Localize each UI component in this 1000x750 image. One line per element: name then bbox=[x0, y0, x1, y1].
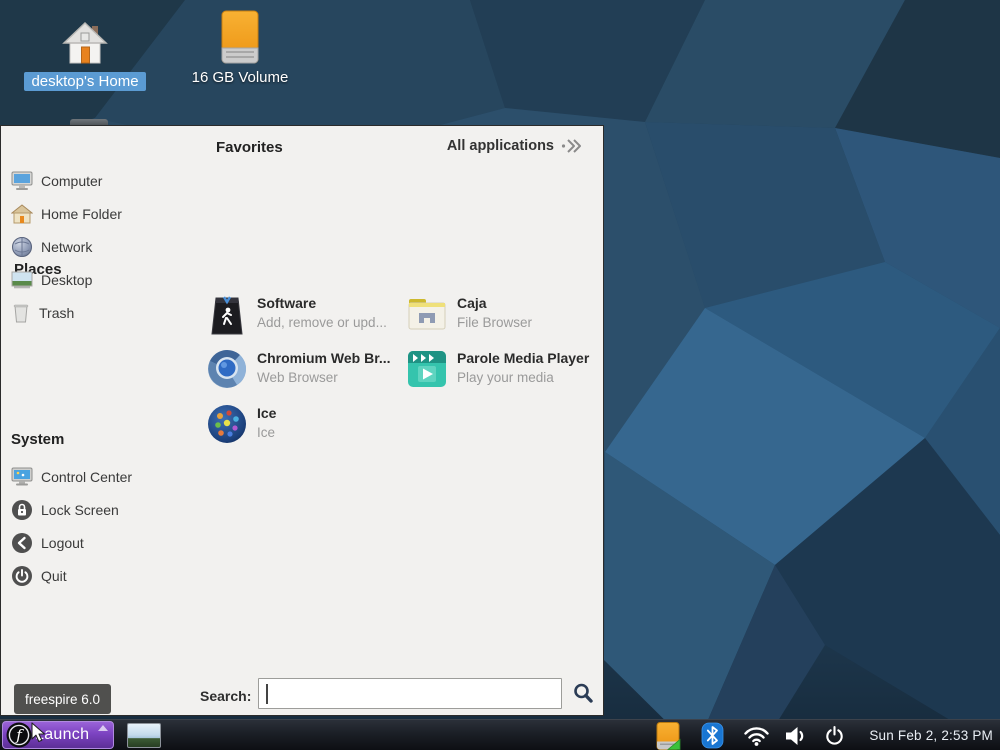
lock-icon bbox=[11, 499, 33, 521]
trash-icon bbox=[11, 303, 31, 323]
drive-icon bbox=[175, 12, 305, 64]
menu-item-lock-screen[interactable]: Lock Screen bbox=[11, 495, 119, 525]
desktop-icon-home[interactable]: desktop's Home bbox=[20, 16, 150, 91]
menu-item-quit[interactable]: Quit bbox=[11, 561, 67, 591]
tooltip-text: freespire 6.0 bbox=[25, 692, 100, 707]
favorite-parole[interactable]: Parole Media Player Play your media bbox=[407, 349, 605, 404]
show-desktop-button[interactable] bbox=[127, 723, 161, 748]
desktop-icon-label: desktop's Home bbox=[24, 72, 145, 91]
search-input[interactable] bbox=[259, 679, 561, 708]
logout-icon bbox=[11, 532, 33, 554]
search-input-wrap bbox=[258, 678, 562, 709]
favorites-header: Favorites bbox=[216, 139, 283, 156]
parole-icon bbox=[407, 349, 447, 389]
menu-item-desktop[interactable]: Desktop bbox=[11, 265, 92, 295]
removable-drive-tray-icon[interactable] bbox=[653, 720, 683, 750]
taskbar: f Launch bbox=[0, 719, 1000, 750]
ice-icon bbox=[207, 404, 247, 444]
favorite-title: Chromium Web Br... bbox=[257, 350, 391, 366]
desktop-root: desktop's Home 16 GB Volume Places bbox=[0, 0, 1000, 750]
computer-icon bbox=[11, 171, 33, 191]
favorite-subtitle: Play your media bbox=[457, 370, 589, 385]
favorite-title: Ice bbox=[257, 405, 276, 421]
favorites-grid: Software Add, remove or upd... Caja File… bbox=[207, 294, 605, 459]
freespire-logo-icon: f bbox=[6, 722, 32, 748]
taskbar-clock[interactable]: Sun Feb 2, 2:53 PM bbox=[869, 720, 993, 750]
favorite-software[interactable]: Software Add, remove or upd... bbox=[207, 294, 405, 349]
search-icon[interactable] bbox=[572, 682, 595, 705]
double-chevron-right-icon bbox=[561, 138, 583, 154]
clock-text: Sun Feb 2, 2:53 PM bbox=[869, 728, 993, 743]
launcher-tooltip: freespire 6.0 bbox=[14, 684, 111, 714]
menu-item-computer[interactable]: Computer bbox=[11, 166, 102, 196]
network-icon bbox=[11, 236, 33, 258]
application-menu: Places Computer Home Folder bbox=[0, 125, 604, 716]
menu-item-label: Home Folder bbox=[41, 206, 122, 222]
favorite-title: Software bbox=[257, 295, 387, 311]
volume-tray-icon[interactable] bbox=[783, 720, 809, 750]
chromium-icon bbox=[207, 349, 247, 389]
favorite-ice[interactable]: Ice Ice bbox=[207, 404, 405, 459]
power-icon bbox=[11, 565, 33, 587]
menu-open-indicator-icon bbox=[98, 725, 108, 731]
all-applications-label: All applications bbox=[447, 138, 554, 154]
desktop-icon-label: 16 GB Volume bbox=[185, 68, 296, 87]
menu-item-label: Network bbox=[41, 239, 92, 255]
menu-item-label: Control Center bbox=[41, 469, 132, 485]
favorite-subtitle: Web Browser bbox=[257, 370, 391, 385]
home-folder-icon bbox=[11, 204, 33, 224]
favorite-subtitle: Ice bbox=[257, 425, 276, 440]
menu-item-home-folder[interactable]: Home Folder bbox=[11, 199, 122, 229]
favorite-caja[interactable]: Caja File Browser bbox=[407, 294, 605, 349]
menu-item-label: Logout bbox=[41, 535, 84, 551]
menu-item-logout[interactable]: Logout bbox=[11, 528, 84, 558]
launch-button[interactable]: f Launch bbox=[2, 721, 114, 749]
menu-item-label: Quit bbox=[41, 568, 67, 584]
system-header: System bbox=[11, 431, 64, 448]
home-icon bbox=[20, 16, 150, 68]
favorite-chromium[interactable]: Chromium Web Br... Web Browser bbox=[207, 349, 405, 404]
menu-item-label: Trash bbox=[39, 305, 74, 321]
launch-label: Launch bbox=[35, 726, 89, 744]
text-caret bbox=[266, 684, 268, 704]
desktop-icon-volume[interactable]: 16 GB Volume bbox=[175, 12, 305, 87]
menu-item-label: Computer bbox=[41, 173, 102, 189]
menu-item-label: Desktop bbox=[41, 272, 92, 288]
search-label: Search: bbox=[200, 688, 251, 704]
control-center-icon bbox=[11, 467, 33, 487]
favorite-subtitle: File Browser bbox=[457, 315, 532, 330]
favorite-subtitle: Add, remove or upd... bbox=[257, 315, 387, 330]
favorite-title: Caja bbox=[457, 295, 532, 311]
wifi-tray-icon[interactable] bbox=[743, 720, 770, 750]
caja-icon bbox=[407, 294, 447, 334]
menu-item-network[interactable]: Network bbox=[11, 232, 92, 262]
menu-item-control-center[interactable]: Control Center bbox=[11, 462, 132, 492]
favorite-title: Parole Media Player bbox=[457, 350, 589, 366]
bluetooth-tray-icon[interactable] bbox=[701, 720, 724, 750]
menu-item-trash[interactable]: Trash bbox=[11, 298, 74, 328]
power-tray-icon[interactable] bbox=[824, 720, 845, 750]
software-icon bbox=[207, 294, 247, 338]
all-applications-button[interactable]: All applications bbox=[447, 138, 583, 154]
desktop-place-icon bbox=[11, 271, 33, 289]
menu-item-label: Lock Screen bbox=[41, 502, 119, 518]
